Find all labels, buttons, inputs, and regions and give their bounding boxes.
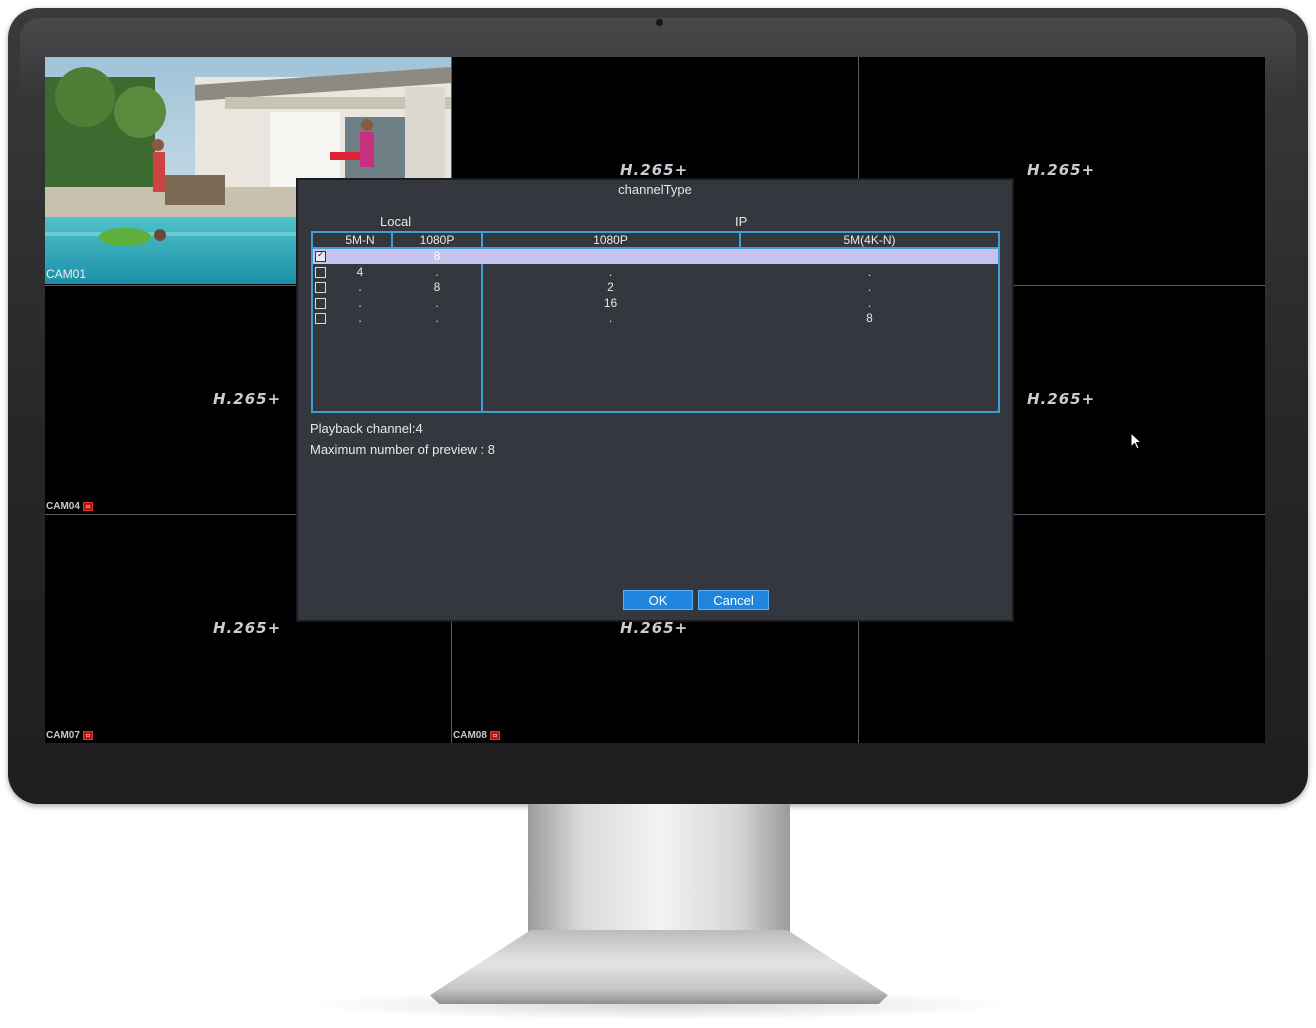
record-icon: [82, 502, 93, 511]
table-cell: .: [867, 264, 872, 279]
channel-type-dialog: channelType Local IP 5M-N 1080P 1080P 5M…: [296, 178, 1014, 622]
table-cell: .: [435, 311, 439, 325]
codec-label: H.265+: [213, 390, 282, 408]
table-cell: .: [435, 295, 439, 310]
column-header: 1080P: [593, 233, 628, 247]
table-cell: .: [435, 264, 439, 279]
checkbox-icon[interactable]: ✓: [315, 249, 326, 262]
webcam-icon: [656, 19, 663, 26]
table-cell: .: [867, 280, 872, 294]
table-row[interactable]: ✓ 8: [313, 249, 998, 264]
camera-label-cam08: CAM08: [453, 730, 500, 741]
mouse-pointer-icon: [1130, 432, 1143, 450]
group-label-local: Local: [380, 214, 412, 229]
camera-name: CAM04: [46, 501, 80, 512]
dialog-title: channelType: [618, 182, 692, 197]
camera-name: CAM07: [46, 730, 80, 741]
record-icon: [489, 731, 500, 740]
table-cell: 8: [433, 280, 441, 294]
column-header: 5M(4K-N): [843, 233, 896, 247]
codec-label: H.265+: [213, 619, 282, 637]
table-cell: 2: [607, 280, 614, 294]
table-cell: 8: [433, 249, 441, 263]
column-header: 5M-N: [345, 233, 375, 247]
cancel-button[interactable]: Cancel: [698, 590, 769, 610]
codec-label: H.265+: [620, 161, 689, 179]
camera-label-cam07: CAM07: [46, 730, 93, 741]
table-row[interactable]: 4...: [313, 265, 998, 280]
table-cell: .: [608, 311, 613, 325]
table-cell: .: [867, 295, 872, 310]
ok-button[interactable]: OK: [623, 590, 693, 610]
playback-channel-text: Playback channel:4: [310, 421, 423, 436]
channel-type-table: 5M-N 1080P 1080P 5M(4K-N) ✓ 8 4.... 8 2... 16…: [311, 231, 1000, 413]
table-row[interactable]: ... 8: [313, 311, 998, 326]
table-cell: .: [358, 311, 362, 325]
table-cell: 16: [603, 295, 618, 310]
camera-label-cam04: CAM04: [46, 501, 93, 512]
max-preview-text: Maximum number of preview : 8: [310, 442, 495, 457]
table-row[interactable]: . 8 2.: [313, 280, 998, 295]
checkbox-icon[interactable]: [315, 282, 326, 293]
table-cell: 8: [866, 311, 873, 325]
table-cell: .: [358, 295, 362, 310]
camera-name: CAM08: [453, 730, 487, 741]
checkbox-icon[interactable]: [315, 313, 326, 324]
table-header: 5M-N 1080P 1080P 5M(4K-N): [313, 233, 998, 249]
table-cell: .: [608, 264, 613, 279]
monitor-stand-neck: [528, 804, 790, 944]
camera-label-cam01: CAM01: [46, 267, 87, 281]
checkbox-icon[interactable]: [315, 266, 326, 278]
table-row[interactable]: .. 16.: [313, 296, 998, 311]
monitor-stand-base: [430, 930, 888, 1004]
record-icon: [82, 731, 93, 740]
table-cell: 4: [356, 264, 364, 279]
column-header: 1080P: [419, 233, 455, 247]
codec-label: H.265+: [1027, 390, 1096, 408]
group-label-ip: IP: [735, 214, 748, 229]
checkmark-icon: ✓: [317, 249, 325, 259]
checkbox-icon[interactable]: [315, 297, 326, 309]
table-cell: .: [358, 280, 362, 294]
codec-label: H.265+: [1027, 161, 1096, 179]
